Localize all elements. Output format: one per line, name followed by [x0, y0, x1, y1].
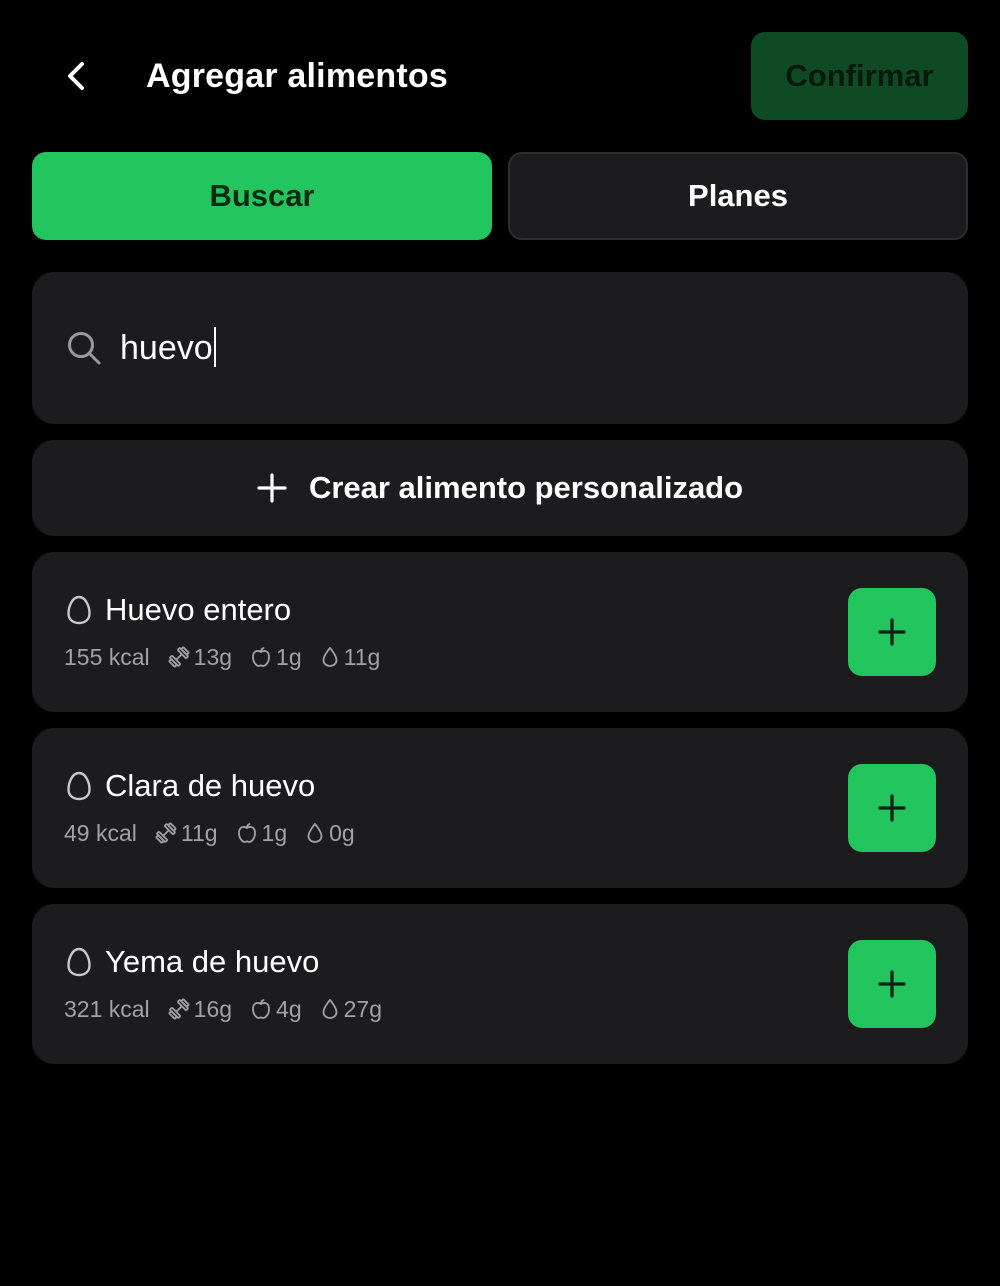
create-custom-food-button[interactable]: Crear alimento personalizado: [32, 440, 968, 536]
plus-icon: [257, 473, 287, 503]
food-name: Huevo entero: [105, 592, 292, 627]
drop-icon: [322, 646, 338, 667]
drop-icon: [322, 998, 338, 1019]
apple-icon: [237, 823, 256, 843]
egg-icon: [67, 947, 91, 977]
food-macros: 49 kcal 11g 1g 0g: [64, 816, 373, 850]
plus-icon: [878, 970, 906, 998]
egg-icon: [67, 595, 91, 625]
fat-value: 11g: [343, 643, 381, 670]
search-input[interactable]: huevo: [120, 326, 216, 370]
search-icon: [68, 332, 101, 365]
search-field[interactable]: huevo: [32, 272, 968, 424]
fat-value: 27g: [343, 995, 383, 1022]
dumbbell-icon: [168, 998, 190, 1020]
food-name: Clara de huevo: [105, 768, 316, 803]
food-macros: 155 kcal 13g 1g 11g: [64, 640, 398, 674]
tab-planes[interactable]: Planes: [508, 152, 968, 240]
header: Agregar alimentos Confirmar: [0, 0, 1000, 152]
calories-value: 321 kcal: [64, 995, 150, 1022]
food-results-list: Huevo entero 155 kcal 13g 1g 11g Clara d…: [32, 552, 968, 1080]
food-name: Yema de huevo: [105, 944, 320, 979]
food-item[interactable]: Yema de huevo 321 kcal 16g 4g 27g: [32, 904, 968, 1064]
add-food-button[interactable]: [848, 940, 936, 1028]
egg-icon: [67, 771, 91, 801]
add-food-button[interactable]: [848, 588, 936, 676]
add-food-button[interactable]: [848, 764, 936, 852]
apple-icon: [252, 999, 270, 1019]
carbs-value: 4g: [276, 995, 302, 1022]
create-custom-food-label: Crear alimento personalizado: [308, 470, 744, 505]
tab-buscar[interactable]: Buscar: [32, 152, 492, 240]
text-caret: [213, 327, 216, 368]
protein-value: 11g: [180, 819, 218, 846]
dumbbell-icon: [155, 822, 177, 844]
tab-bar: Buscar Planes: [32, 152, 968, 240]
chevron-left-icon: [68, 62, 84, 90]
plus-icon: [878, 618, 906, 646]
confirm-button[interactable]: Confirmar: [751, 32, 968, 120]
protein-value: 13g: [193, 643, 233, 670]
search-input-value: huevo: [120, 329, 213, 367]
fat-value: 0g: [329, 819, 355, 846]
apple-icon: [252, 647, 270, 667]
back-button[interactable]: [52, 52, 100, 100]
calories-value: 49 kcal: [64, 819, 137, 846]
dumbbell-icon: [168, 646, 190, 668]
carbs-value: 1g: [276, 643, 302, 670]
food-item[interactable]: Huevo entero 155 kcal 13g 1g 11g: [32, 552, 968, 712]
protein-value: 16g: [193, 995, 233, 1022]
carbs-value: 1g: [261, 819, 288, 846]
page-title: Agregar alimentos: [146, 57, 448, 95]
drop-icon: [307, 822, 323, 843]
food-item[interactable]: Clara de huevo 49 kcal 11g 1g 0g: [32, 728, 968, 888]
food-macros: 321 kcal 16g 4g 27g: [64, 992, 400, 1026]
plus-icon: [878, 794, 906, 822]
calories-value: 155 kcal: [64, 643, 150, 670]
